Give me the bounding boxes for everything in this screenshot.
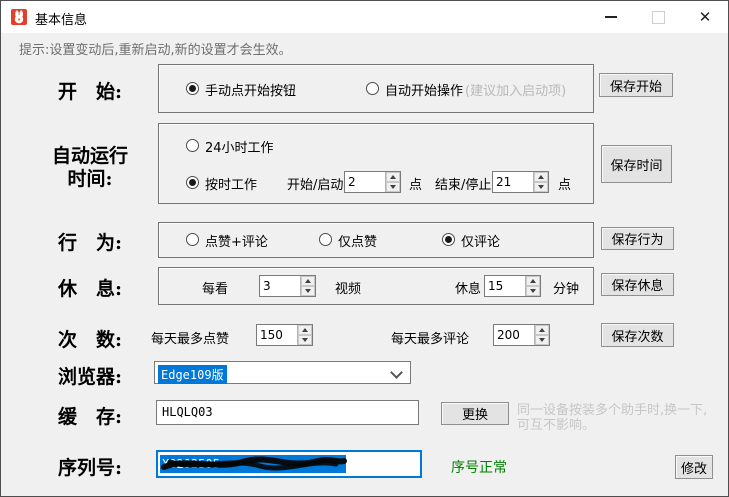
rest-unit: 分钟 [553, 278, 579, 297]
end-time-arrows [533, 172, 548, 192]
app-window: 基本信息 ✕ 提示:设置变动后,重新启动,新的设置才会生效。 开 始: 手动点开… [0, 0, 729, 497]
time-row-label-line2: 时间: [37, 164, 143, 191]
watch-unit: 视频 [335, 278, 361, 297]
app-logo-icon [11, 9, 27, 25]
maximize-button[interactable] [638, 1, 678, 33]
spin-up-icon[interactable] [526, 276, 540, 286]
max-comments-label: 每天最多评论 [391, 328, 469, 347]
spin-down-icon[interactable] [386, 182, 400, 192]
spin-up-icon[interactable] [298, 325, 312, 335]
watch-label: 每看 [202, 278, 228, 297]
rest-minutes-spinner[interactable]: 15 [484, 275, 541, 297]
change-cache-button[interactable]: 更换 [441, 402, 509, 425]
spin-down-icon[interactable] [301, 286, 315, 296]
begin-time-label: 开始/启动 [287, 174, 343, 193]
cache-note-line2: 可互不影响。 [517, 414, 595, 433]
title-bar: 基本信息 ✕ [1, 1, 728, 33]
max-likes-label: 每天最多点赞 [151, 328, 229, 347]
serial-row-label: 序列号: [37, 453, 143, 480]
auto-start-note: (建议加入启动项) [465, 80, 566, 99]
max-comments-spinner[interactable]: 200 [493, 324, 550, 346]
max-likes-arrows [297, 325, 312, 345]
watch-count-arrows [300, 276, 315, 296]
radio-manual-start[interactable] [186, 82, 199, 95]
radio-like-only-label[interactable]: 仅点赞 [338, 231, 377, 250]
begin-time-value[interactable]: 2 [345, 172, 385, 192]
minimize-button[interactable] [591, 1, 631, 33]
chevron-down-icon [390, 366, 403, 379]
max-likes-value[interactable]: 150 [257, 325, 297, 345]
rest-label: 休息 [455, 278, 481, 297]
browser-row-label: 浏览器: [37, 362, 143, 389]
spin-down-icon[interactable] [535, 335, 549, 345]
end-time-unit: 点 [558, 174, 571, 193]
serial-status: 序号正常 [451, 457, 507, 477]
radio-24h[interactable] [186, 139, 199, 152]
behavior-row-label: 行 为: [37, 228, 143, 255]
end-time-label: 结束/停止 [435, 174, 491, 193]
browser-select[interactable]: Edge109版 [154, 361, 411, 384]
save-counts-button[interactable]: 保存次数 [601, 323, 674, 347]
save-start-button[interactable]: 保存开始 [599, 73, 673, 97]
begin-time-spinner[interactable]: 2 [344, 171, 401, 193]
serial-redaction-scribble [158, 452, 368, 476]
rest-minutes-value[interactable]: 15 [485, 276, 525, 296]
rest-minutes-arrows [525, 276, 540, 296]
end-time-spinner[interactable]: 21 [492, 171, 549, 193]
cache-row-label: 缓 存: [37, 402, 143, 429]
spin-up-icon[interactable] [535, 325, 549, 335]
spin-down-icon[interactable] [298, 335, 312, 345]
serial-input[interactable]: X0202505 [156, 450, 422, 478]
radio-like-comment[interactable] [186, 233, 199, 246]
rest-group: 每看 3 视频 休息 15 分钟 [158, 267, 594, 305]
window-title: 基本信息 [35, 9, 87, 28]
save-rest-button[interactable]: 保存休息 [601, 273, 674, 296]
radio-24h-label[interactable]: 24小时工作 [205, 137, 274, 156]
spin-down-icon[interactable] [534, 182, 548, 192]
start-row-label: 开 始: [37, 77, 143, 104]
maximize-icon [652, 11, 665, 24]
edit-serial-button[interactable]: 修改 [675, 455, 713, 479]
hint-text: 提示:设置变动后,重新启动,新的设置才会生效。 [19, 39, 292, 58]
radio-like-only[interactable] [319, 233, 332, 246]
spin-up-icon[interactable] [386, 172, 400, 182]
browser-selected-value: Edge109版 [158, 365, 227, 384]
begin-time-arrows [385, 172, 400, 192]
save-time-button[interactable]: 保存时间 [601, 145, 672, 183]
time-group: 24小时工作 按时工作 开始/启动 2 点 结束/停止 21 点 [158, 123, 594, 204]
watch-count-value[interactable]: 3 [260, 276, 300, 296]
max-likes-spinner[interactable]: 150 [256, 324, 313, 346]
end-time-value[interactable]: 21 [493, 172, 533, 192]
cache-input[interactable]: HLQLQ03 [156, 400, 419, 425]
radio-schedule-label[interactable]: 按时工作 [205, 174, 257, 193]
save-behavior-button[interactable]: 保存行为 [601, 227, 674, 250]
spin-down-icon[interactable] [526, 286, 540, 296]
close-button[interactable]: ✕ [685, 1, 725, 33]
radio-like-comment-label[interactable]: 点赞+评论 [205, 231, 268, 250]
radio-comment-only-label[interactable]: 仅评论 [461, 231, 500, 250]
radio-schedule[interactable] [186, 176, 199, 189]
radio-manual-start-label[interactable]: 手动点开始按钮 [205, 80, 296, 99]
watch-count-spinner[interactable]: 3 [259, 275, 316, 297]
rest-row-label: 休 息: [37, 274, 143, 301]
max-comments-arrows [534, 325, 549, 345]
close-icon: ✕ [699, 10, 712, 25]
behavior-group: 点赞+评论 仅点赞 仅评论 [158, 222, 594, 258]
counts-row-label: 次 数: [37, 325, 143, 352]
begin-time-unit: 点 [409, 174, 422, 193]
radio-auto-start-label[interactable]: 自动开始操作 [385, 80, 463, 99]
radio-comment-only[interactable] [442, 233, 455, 246]
spin-up-icon[interactable] [534, 172, 548, 182]
max-comments-value[interactable]: 200 [494, 325, 534, 345]
start-group: 手动点开始按钮 自动开始操作 (建议加入启动项) [158, 64, 594, 113]
spin-up-icon[interactable] [301, 276, 315, 286]
minimize-icon [605, 16, 617, 18]
radio-auto-start[interactable] [366, 82, 379, 95]
